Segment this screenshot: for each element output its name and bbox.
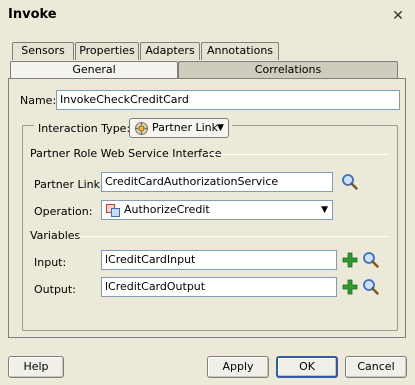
tab-adapters[interactable]: Adapters — [140, 42, 200, 60]
chevron-down-icon: ▼ — [217, 123, 224, 133]
tab-sensors[interactable]: Sensors — [12, 42, 74, 60]
close-icon[interactable]: ✕ — [390, 8, 406, 24]
variables-divider — [78, 236, 388, 237]
tab-properties[interactable]: Properties — [75, 42, 139, 60]
partner-section-title: Partner Role Web Service Interface — [30, 147, 222, 160]
partner-link-label: Partner Link: — [34, 178, 104, 191]
help-button[interactable]: Help — [8, 356, 64, 378]
ok-button[interactable]: OK — [276, 356, 338, 378]
input-variable-field[interactable]: lCreditCardInput — [101, 250, 337, 270]
output-variable-field[interactable]: lCreditCardOutput — [101, 277, 337, 297]
input-label: Input: — [34, 256, 67, 269]
partner-section-divider — [206, 154, 388, 155]
add-icon[interactable] — [342, 279, 358, 295]
search-icon[interactable] — [362, 251, 380, 269]
operation-icon — [106, 204, 120, 217]
name-input[interactable]: InvokeCheckCreditCard — [56, 90, 400, 110]
tab-general[interactable]: General — [10, 61, 178, 79]
search-icon[interactable] — [341, 173, 359, 191]
operation-label: Operation: — [34, 205, 93, 218]
interaction-type-dropdown[interactable]: Partner Link ▼ — [129, 118, 229, 138]
chevron-down-icon: ▼ — [321, 205, 328, 215]
add-icon[interactable] — [342, 252, 358, 268]
apply-button[interactable]: Apply — [207, 356, 269, 378]
tab-correlations[interactable]: Correlations — [178, 61, 398, 79]
output-label: Output: — [34, 283, 76, 296]
search-icon[interactable] — [362, 278, 380, 296]
partner-link-field[interactable]: CreditCardAuthorizationService — [101, 172, 333, 192]
partner-link-icon — [134, 121, 149, 136]
cancel-button[interactable]: Cancel — [345, 356, 407, 378]
tab-annotations[interactable]: Annotations — [201, 42, 279, 60]
operation-dropdown[interactable]: AuthorizeCredit ▼ — [101, 200, 333, 220]
interaction-type-label: Interaction Type: — [38, 122, 131, 135]
dialog-title: Invoke — [8, 7, 57, 22]
variables-title: Variables — [30, 229, 81, 242]
name-label: Name: — [20, 94, 57, 107]
